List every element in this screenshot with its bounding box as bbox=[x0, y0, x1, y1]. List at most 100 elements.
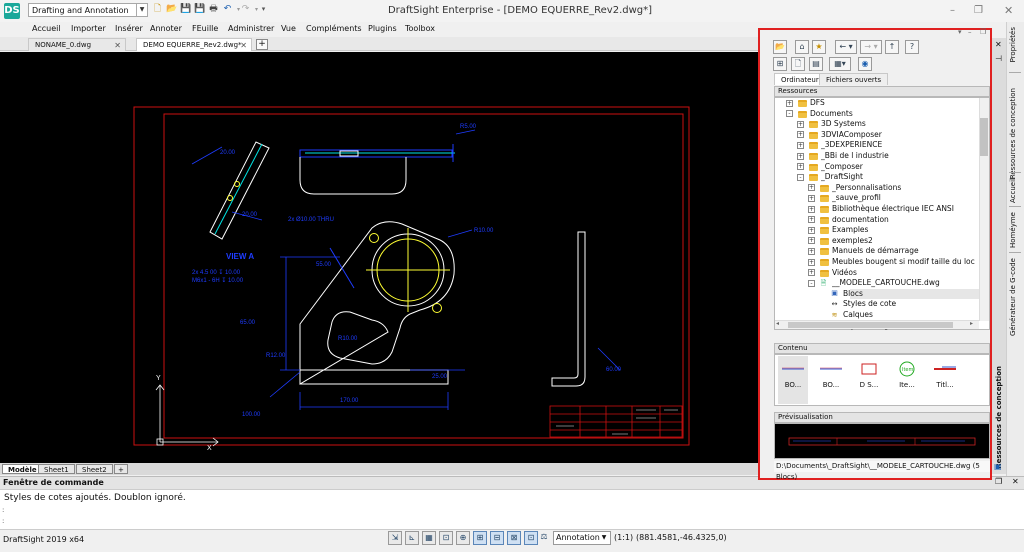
expand-icon[interactable]: + bbox=[786, 99, 793, 107]
lineweight-toggle-icon[interactable]: ⊟ bbox=[490, 531, 504, 545]
panel-menu-icon[interactable]: ▾ bbox=[958, 28, 962, 36]
panel-tab-open-files[interactable]: Fichiers ouverts bbox=[819, 73, 889, 85]
workspace-dropdown[interactable]: Drafting and Annotation ▼ bbox=[28, 3, 148, 17]
content-item-block[interactable]: BO... bbox=[816, 356, 846, 404]
panel-pin-icon[interactable]: – bbox=[968, 28, 972, 36]
print-icon[interactable]: 🖶 bbox=[208, 4, 219, 15]
undock-icon[interactable]: ❐ bbox=[995, 477, 1002, 486]
drawing-canvas[interactable]: 20.00 20.00 R5.00 25.00 R10.00 65.00 55.… bbox=[0, 52, 758, 463]
forward-button[interactable]: → ▾ bbox=[860, 40, 882, 54]
expand-icon[interactable]: + bbox=[808, 247, 815, 255]
expand-icon[interactable]: + bbox=[808, 205, 815, 213]
content-item-block[interactable]: BO... bbox=[778, 356, 808, 404]
tree-scroll-thumb[interactable] bbox=[980, 118, 988, 156]
up-level-icon[interactable]: ↑ bbox=[885, 40, 899, 54]
collapse-icon[interactable]: - bbox=[808, 279, 815, 287]
open-folder-icon[interactable]: 📂 bbox=[166, 4, 177, 15]
collapse-icon[interactable]: - bbox=[797, 173, 804, 181]
new-file-icon[interactable]: 🗋 bbox=[152, 4, 163, 15]
add-sheet-button[interactable]: + bbox=[114, 464, 128, 474]
annotation-dropdown[interactable]: Annotation ▼ bbox=[553, 531, 611, 545]
expand-icon[interactable]: + bbox=[808, 258, 815, 266]
etrack-toggle-icon[interactable]: ⊞ bbox=[473, 531, 487, 545]
scroll-right-icon[interactable]: ▸ bbox=[970, 320, 973, 327]
dock-tab-home[interactable]: Accueil bbox=[1009, 178, 1017, 203]
dock-tab-gcode-generator[interactable]: Générateur de G-code bbox=[1009, 258, 1017, 336]
doc-tab-demo-equerre[interactable]: DEMO EQUERRE_Rev2.dwg* ✕ bbox=[136, 38, 252, 51]
redo-icon[interactable]: ↷ bbox=[240, 4, 251, 15]
home-icon[interactable]: ⌂ bbox=[795, 40, 809, 54]
content-item-block[interactable]: D S... bbox=[854, 356, 884, 404]
dock-tab-properties[interactable]: Propriétés bbox=[1009, 27, 1017, 62]
panel-strip-label: Ressources de conception bbox=[995, 366, 1003, 469]
dynamic-input-icon[interactable]: ⊡ bbox=[524, 531, 538, 545]
model-toggle-icon[interactable]: ⊠ bbox=[507, 531, 521, 545]
expand-icon[interactable]: + bbox=[808, 237, 815, 245]
snap-toggle-icon[interactable]: ⇲ bbox=[388, 531, 402, 545]
globe-icon[interactable]: ◉ bbox=[858, 57, 872, 71]
layout-tab-sheet1[interactable]: Sheet1 bbox=[38, 464, 75, 474]
save-as-icon[interactable]: 💾 bbox=[194, 4, 205, 15]
collapse-icon[interactable]: - bbox=[786, 110, 793, 118]
tree-hscroll-thumb[interactable] bbox=[788, 322, 953, 328]
polar-toggle-icon[interactable]: ⊡ bbox=[439, 531, 453, 545]
command-prompt[interactable]: : bbox=[2, 517, 4, 525]
dock-tab-design-resources[interactable]: Ressources de conception bbox=[1009, 88, 1017, 179]
menu-vue[interactable]: Vue bbox=[281, 24, 296, 33]
preview-toggle-icon[interactable]: 🗋 bbox=[791, 57, 805, 71]
save-icon[interactable]: 💾 bbox=[180, 4, 191, 15]
expand-icon[interactable]: + bbox=[808, 184, 815, 192]
panel-tab-computer[interactable]: Ordinateur bbox=[774, 73, 826, 85]
panel-close-icon[interactable]: ✕ bbox=[995, 40, 1002, 49]
layout-tab-model[interactable]: Modèle bbox=[2, 464, 43, 474]
dim-text: 65.00 bbox=[240, 320, 256, 326]
menu-administrer[interactable]: Administrer bbox=[228, 24, 274, 33]
grid-toggle-icon[interactable]: ▦ bbox=[422, 531, 436, 545]
close-tab-icon[interactable]: ✕ bbox=[114, 39, 121, 52]
tree-view-icon[interactable]: ⊞ bbox=[773, 57, 787, 71]
doc-tab-noname[interactable]: NONAME_0.dwg ✕ bbox=[28, 38, 126, 51]
menu-importer[interactable]: Importer bbox=[71, 24, 106, 33]
help-icon[interactable]: ? bbox=[905, 40, 919, 54]
add-tab-button[interactable]: + bbox=[256, 39, 268, 50]
menu-inserer[interactable]: Insérer bbox=[115, 24, 143, 33]
scroll-left-icon[interactable]: ◂ bbox=[776, 320, 779, 327]
expand-icon[interactable]: + bbox=[797, 131, 804, 139]
expand-icon[interactable]: + bbox=[808, 226, 815, 234]
expand-icon[interactable]: + bbox=[797, 120, 804, 128]
expand-icon[interactable]: + bbox=[797, 141, 804, 149]
open-folder-icon[interactable]: 📂 bbox=[773, 40, 787, 54]
minimize-icon[interactable]: – bbox=[950, 5, 955, 16]
menu-toolbox[interactable]: Toolbox bbox=[405, 24, 435, 33]
menu-accueil[interactable]: Accueil bbox=[32, 24, 61, 33]
annotation-scale-icon[interactable]: ⚖ bbox=[537, 531, 551, 545]
menu-annoter[interactable]: Annoter bbox=[150, 24, 182, 33]
expand-icon[interactable]: + bbox=[797, 152, 804, 160]
expand-icon[interactable]: + bbox=[797, 163, 804, 171]
favorites-icon[interactable]: ★ bbox=[812, 40, 826, 54]
close-tab-icon[interactable]: ✕ bbox=[240, 39, 247, 52]
close-panel-icon[interactable]: ✕ bbox=[1012, 477, 1019, 486]
description-toggle-icon[interactable]: ▤ bbox=[809, 57, 823, 71]
ortho-toggle-icon[interactable]: ⊾ bbox=[405, 531, 419, 545]
menu-plugins[interactable]: Plugins bbox=[368, 24, 397, 33]
views-dropdown[interactable]: ▦▾ bbox=[829, 57, 851, 71]
customize-toolbar-icon[interactable]: ▾ bbox=[258, 4, 269, 15]
menu-feuille[interactable]: FEuille bbox=[192, 24, 218, 33]
restore-icon[interactable]: ❐ bbox=[974, 5, 983, 16]
expand-icon[interactable]: + bbox=[808, 194, 815, 202]
dock-tab-homeyme[interactable]: Homéyme bbox=[1009, 212, 1017, 248]
command-prompt[interactable]: : bbox=[2, 506, 4, 514]
content-item-block[interactable]: Titl... bbox=[930, 356, 960, 404]
panel-restore-icon[interactable]: ❐ bbox=[980, 28, 986, 36]
back-button[interactable]: ← ▾ bbox=[835, 40, 857, 54]
esnap-toggle-icon[interactable]: ⊕ bbox=[456, 531, 470, 545]
expand-icon[interactable]: + bbox=[808, 269, 815, 277]
expand-icon[interactable]: + bbox=[808, 216, 815, 224]
close-icon[interactable]: ✕ bbox=[1004, 4, 1013, 17]
undo-icon[interactable]: ↶ bbox=[222, 4, 233, 15]
panel-pin-icon[interactable]: ⊣ bbox=[995, 54, 1002, 63]
content-item-block[interactable]: Item Ite... bbox=[892, 356, 922, 404]
layout-tab-sheet2[interactable]: Sheet2 bbox=[76, 464, 113, 474]
menu-complements[interactable]: Compléments bbox=[306, 24, 362, 33]
